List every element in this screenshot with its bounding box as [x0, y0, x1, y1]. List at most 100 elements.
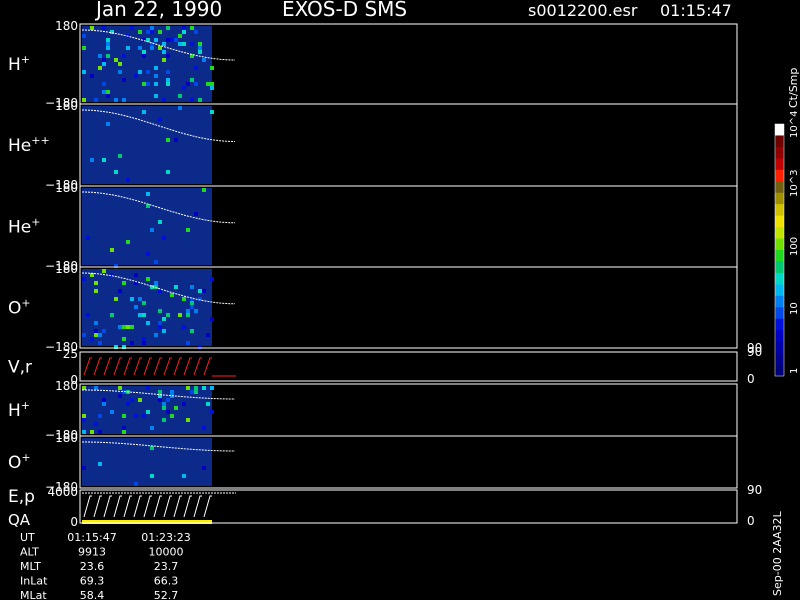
count-cell [186, 228, 190, 232]
colorbar-swatch [775, 272, 784, 285]
colorbar-swatch [775, 295, 784, 308]
count-cell [126, 402, 130, 406]
count-cell [186, 313, 190, 317]
count-cell [102, 269, 106, 273]
panel-frame [79, 489, 738, 524]
count-cell [166, 82, 170, 86]
count-cell [206, 82, 210, 86]
count-cell [150, 26, 154, 30]
count-cell [158, 46, 162, 50]
count-cell [186, 418, 190, 422]
y-max-label: 4000 [47, 485, 78, 499]
count-cell [198, 50, 202, 54]
panel-ylabel: He++ [8, 134, 50, 156]
count-cell [94, 321, 98, 325]
count-cell [210, 386, 214, 390]
count-cell [182, 325, 186, 329]
count-cell [210, 410, 214, 414]
count-cell [86, 313, 90, 317]
colorbar-swatch [775, 341, 784, 354]
count-cell [98, 430, 102, 434]
colorbar-label: Ct/Smp [787, 68, 800, 108]
colorbar-swatch [775, 181, 784, 194]
count-cell [166, 313, 170, 317]
count-cell [94, 281, 98, 285]
count-cell [186, 309, 190, 313]
count-cell [186, 341, 190, 345]
colorbar-swatch [775, 124, 784, 136]
count-cell [122, 281, 126, 285]
panel-ylabel-sup: + [21, 451, 30, 464]
count-cell [90, 158, 94, 162]
count-cell [122, 337, 126, 341]
count-cell [182, 474, 186, 478]
count-cell [190, 26, 194, 30]
count-cell [130, 325, 134, 329]
count-cell [194, 66, 198, 70]
panel-ylabel: He+ [8, 216, 40, 238]
count-cell [138, 313, 142, 317]
count-cell [202, 466, 206, 470]
count-cell [150, 426, 154, 430]
panel-frame [79, 351, 738, 382]
count-cell [186, 386, 190, 390]
count-cell [182, 402, 186, 406]
count-cell [122, 98, 126, 102]
count-cell [182, 297, 186, 301]
count-cell [170, 390, 174, 394]
qa-trace [83, 495, 212, 518]
y-max-label: 180 [55, 262, 78, 276]
count-cell [102, 82, 106, 86]
ephem-value-1: 9913 [78, 546, 106, 559]
count-cell [102, 90, 106, 94]
ephem-value-1: 01:15:47 [67, 531, 116, 544]
count-cell [210, 317, 214, 321]
count-cell [94, 98, 98, 102]
count-cell [202, 426, 206, 430]
count-cell [162, 317, 166, 321]
count-cell [206, 402, 210, 406]
count-cell [170, 38, 174, 42]
count-cell [126, 46, 130, 50]
spectrogram-panels: 180−180H+180−180He++180−180He+180−180O+9… [8, 19, 762, 529]
count-cell [150, 46, 154, 50]
count-cell [202, 289, 206, 293]
count-cell [158, 220, 162, 224]
count-cell [142, 110, 146, 114]
ephem-value-2: 10000 [149, 546, 184, 559]
count-cell [138, 30, 142, 34]
count-cell [154, 285, 158, 289]
colorbar-swatch [775, 192, 784, 205]
count-cell [154, 94, 158, 98]
ephem-value-2: 23.7 [154, 560, 179, 573]
count-cell [202, 58, 206, 62]
count-cell [82, 70, 86, 74]
count-cell [82, 466, 86, 470]
count-cell [114, 170, 118, 174]
count-cell [106, 90, 110, 94]
count-cell [210, 82, 214, 86]
y-max-label: 180 [55, 379, 78, 393]
count-cell [146, 252, 150, 256]
panel-ylabel-sup: + [21, 399, 30, 412]
count-cell [126, 240, 130, 244]
colorbar-tick-label: 100 [789, 237, 800, 256]
colorbar-swatch [775, 238, 784, 251]
count-cell [190, 390, 194, 394]
count-cell [166, 38, 170, 42]
spectrogram-fill [82, 26, 212, 102]
panel-5: 180−180H+ [8, 379, 738, 442]
count-cell [122, 414, 126, 418]
sms-summary-plot: Jan 22, 1990 EXOS-D SMS s0012200.esr 01:… [8, 0, 800, 600]
footer-code: Sep-00 2AA32L [771, 510, 784, 596]
count-cell [154, 281, 158, 285]
colorbar-swatch [775, 284, 784, 297]
color-scale-bar: 1 10 100 10^3 10^4 Ct/Smp [774, 68, 800, 377]
colorbar-swatch [775, 318, 784, 331]
count-cell [174, 406, 178, 410]
count-cell [134, 414, 138, 418]
panel-ylabel2: QA [8, 511, 31, 529]
count-cell [146, 410, 150, 414]
count-cell [162, 98, 166, 102]
count-cell [162, 402, 166, 406]
